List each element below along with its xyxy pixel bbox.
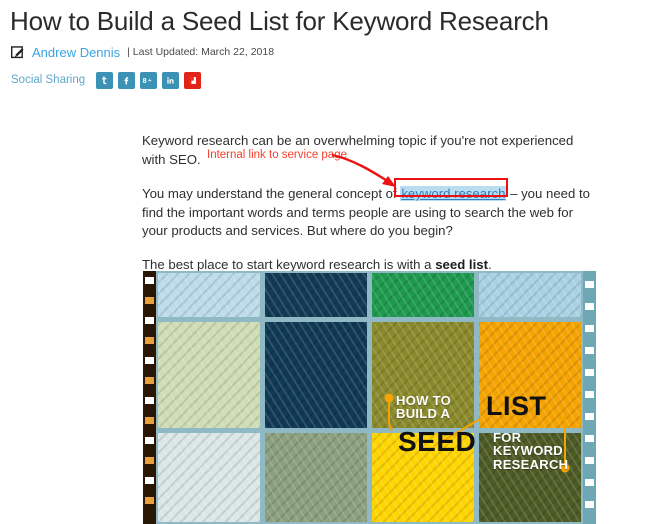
author-link[interactable]: Andrew Dennis bbox=[32, 45, 120, 60]
paragraph-1-line-2: with SEO. bbox=[142, 151, 201, 167]
byline: Andrew Dennis | Last Updated: March 22, … bbox=[11, 44, 650, 60]
overlay-research: RESEARCH bbox=[493, 456, 569, 472]
seed-cell-r1c3 bbox=[372, 273, 474, 317]
seed-cell-r2c1 bbox=[158, 322, 260, 428]
edit-pencil-icon bbox=[11, 45, 32, 59]
last-updated-text: | Last Updated: March 22, 2018 bbox=[127, 46, 275, 58]
social-sharing-bar: Social Sharing 8 + bbox=[11, 71, 650, 89]
paragraph-3-tail: . bbox=[487, 256, 492, 272]
seed-cell-r3c2 bbox=[265, 433, 367, 522]
svg-text:+: + bbox=[148, 77, 152, 83]
seed-cell-r3c1 bbox=[158, 433, 260, 522]
annotation-label: Internal link to service page bbox=[207, 149, 347, 161]
overlay-how-to: HOW TO bbox=[396, 393, 451, 408]
page-title: How to Build a Seed List for Keyword Res… bbox=[10, 6, 549, 36]
linkedin-icon[interactable] bbox=[162, 71, 180, 89]
overlay-build-a: BUILD A bbox=[396, 406, 451, 422]
overlay-keyword: KEYWORD bbox=[493, 443, 563, 459]
social-sharing-label: Social Sharing bbox=[11, 74, 86, 86]
seed-cell-r1c1 bbox=[158, 273, 260, 317]
keyword-research-link[interactable]: keyword research bbox=[400, 186, 507, 201]
seed-cell-r2c2 bbox=[265, 322, 367, 428]
paragraph-3-lead: The best place to start keyword research… bbox=[142, 256, 436, 272]
flipboard-icon[interactable] bbox=[184, 71, 202, 89]
twitter-icon[interactable] bbox=[96, 71, 114, 89]
overlay-list: LIST bbox=[486, 391, 547, 421]
facebook-icon[interactable] bbox=[118, 71, 136, 89]
seed-list-bold: seed list bbox=[435, 256, 488, 272]
overlay-seed: SEED bbox=[398, 426, 477, 457]
overlay-how-to-build: HOW TO BUILD A bbox=[396, 394, 451, 421]
film-edge-left bbox=[143, 271, 156, 524]
paragraph-1-line-1: Keyword research can be an overwhelming … bbox=[142, 133, 574, 148]
article-hero-image: HOW TO BUILD A LIST SEED FOR KEYWORD RES… bbox=[143, 271, 596, 524]
film-edge-right bbox=[583, 271, 596, 524]
seed-cell-r1c2 bbox=[265, 273, 367, 317]
paragraph-2-lead: You may understand the general concept o… bbox=[142, 186, 401, 201]
overlay-for-keyword-research: FOR KEYWORD RESEARCH bbox=[493, 431, 568, 471]
paragraph-2: You may understand the general concept o… bbox=[142, 185, 597, 241]
seed-cell-r1c4 bbox=[479, 273, 581, 317]
svg-text:8: 8 bbox=[143, 77, 147, 85]
googleplus-icon[interactable]: 8 + bbox=[140, 71, 158, 89]
overlay-for: FOR bbox=[493, 430, 522, 445]
